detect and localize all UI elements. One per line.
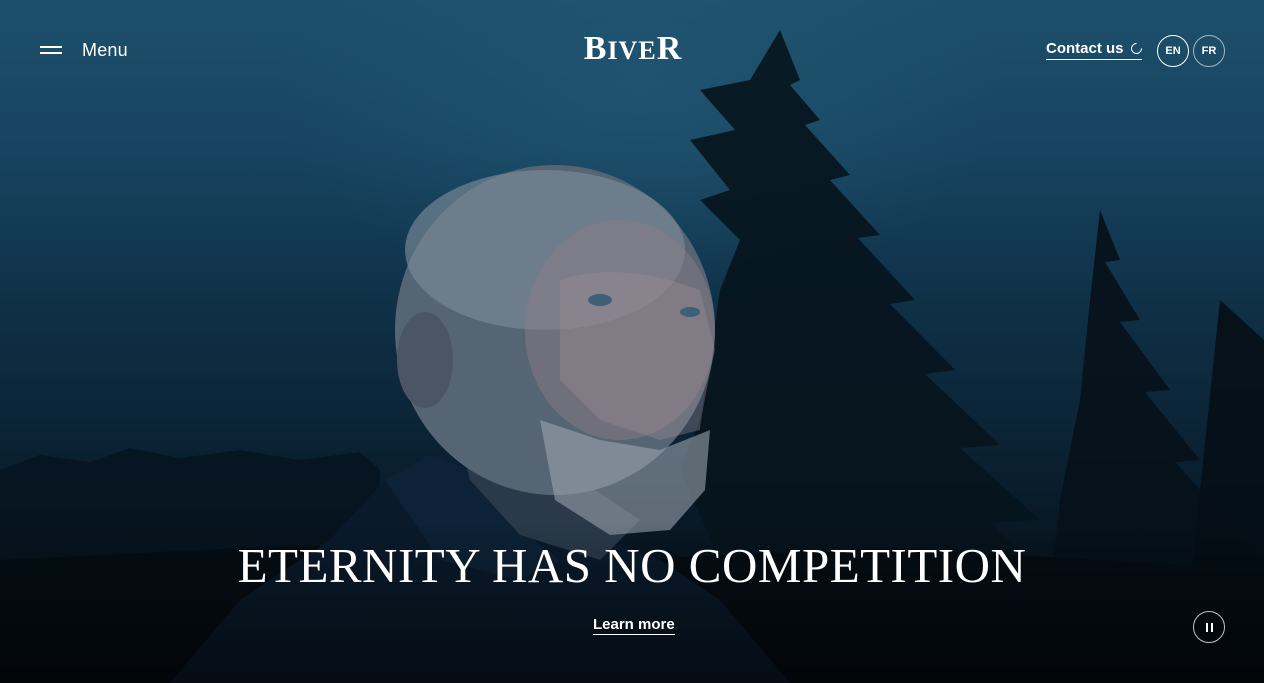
logo-letters-ive: IVE — [607, 36, 657, 65]
biver-logo[interactable]: BIVER — [565, 32, 701, 66]
external-link-icon — [1128, 40, 1144, 57]
menu-button[interactable]: Menu — [40, 36, 128, 64]
language-fr-button[interactable]: FR — [1193, 35, 1225, 67]
logo-letter-b: B — [583, 30, 608, 67]
menu-label: Menu — [82, 39, 128, 60]
pause-video-button[interactable] — [1193, 611, 1225, 643]
hero-headline: ETERNITY HAS NO COMPETITION — [237, 538, 1027, 593]
language-en-button[interactable]: EN — [1157, 35, 1189, 67]
pause-icon — [1205, 622, 1213, 632]
contact-us-label: Contact us — [1046, 40, 1124, 57]
logo-letter-r: R — [656, 30, 683, 67]
site-header: Menu BIVER Contact us EN FR — [0, 0, 1264, 100]
learn-more-link[interactable]: Learn more — [593, 616, 675, 635]
contact-us-link[interactable]: Contact us — [1046, 40, 1144, 60]
hamburger-icon — [40, 46, 62, 54]
